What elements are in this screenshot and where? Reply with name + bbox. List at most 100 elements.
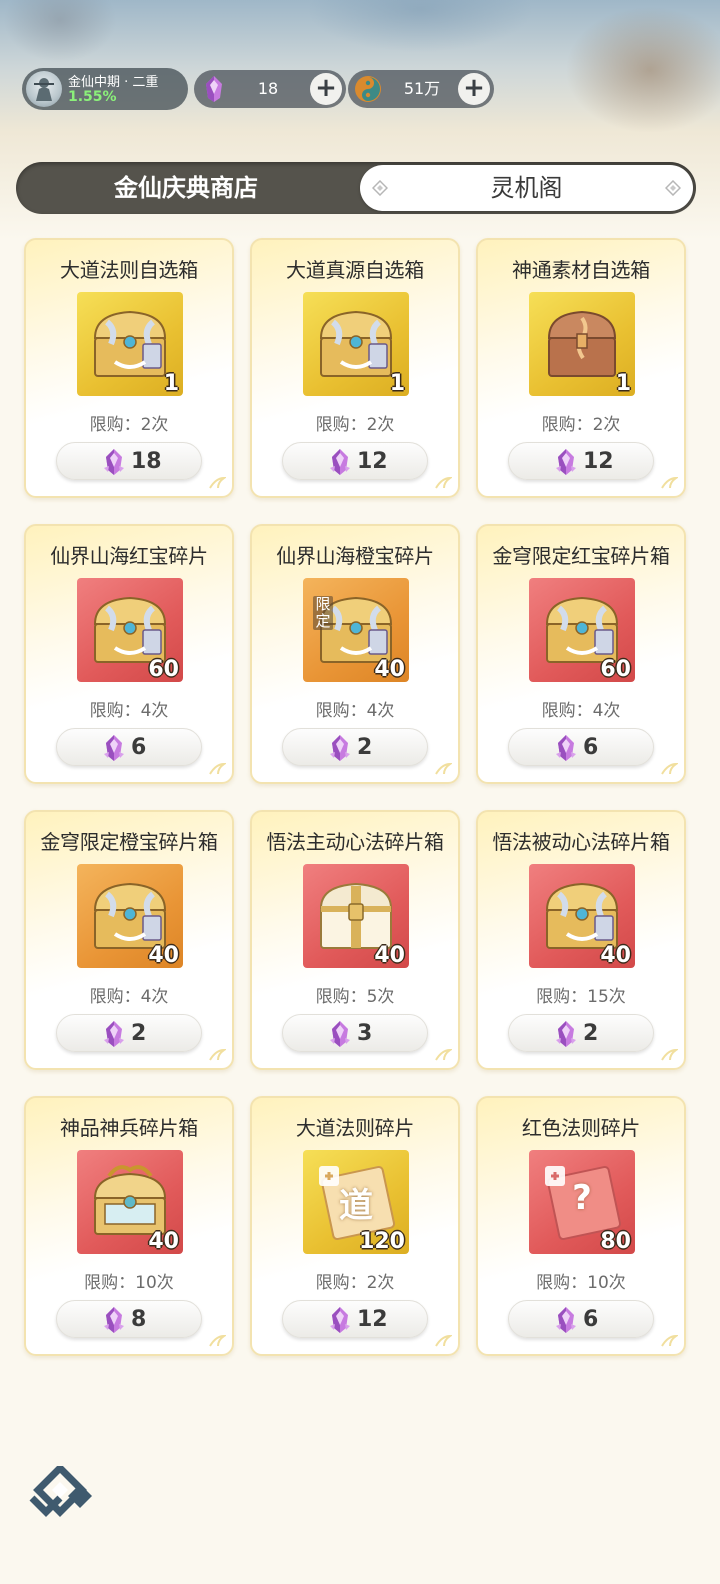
shop-item-card[interactable]: 神通素材自选箱 1 限购：2次 12	[476, 238, 686, 498]
shop-item-card[interactable]: 金穹限定橙宝碎片箱 40 限购：4次 2	[24, 810, 234, 1070]
corner-ornament-icon	[209, 762, 226, 775]
shop-item-card[interactable]: 大道法则自选箱 1 限购：2次 18	[24, 238, 234, 498]
limited-tag: 限定	[313, 596, 333, 630]
item-icon-frame[interactable]: 40	[303, 864, 409, 968]
item-icon-frame[interactable]: 60	[77, 578, 183, 682]
buy-button[interactable]: 3	[282, 1014, 428, 1052]
purchase-limit: 限购：15次	[536, 987, 626, 1007]
corner-ornament-icon	[661, 762, 678, 775]
purple-crystal-icon	[556, 449, 576, 475]
purple-crystal-icon	[104, 735, 124, 761]
buy-button[interactable]: 2	[282, 728, 428, 766]
item-icon-frame[interactable]: 40	[529, 864, 635, 968]
item-name: 大道真源自选箱	[286, 258, 424, 282]
item-name: 金穹限定橙宝碎片箱	[40, 830, 218, 854]
purple-crystal-icon	[556, 1307, 576, 1333]
corner-ornament-icon	[661, 1334, 678, 1347]
item-quantity: 60	[148, 657, 179, 682]
buy-button[interactable]: 2	[56, 1014, 202, 1052]
add-gems-button[interactable]: +	[310, 73, 342, 105]
tab-celebration-store[interactable]: 金仙庆典商店	[16, 162, 356, 214]
item-quantity: 80	[600, 1229, 631, 1254]
buy-button[interactable]: 6	[56, 728, 202, 766]
tab-lingji-pavilion[interactable]: 灵机阁	[360, 165, 693, 211]
item-icon-frame[interactable]: 道 120	[303, 1150, 409, 1254]
purchase-limit: 限购：4次	[541, 701, 621, 721]
item-quantity: 1	[389, 371, 405, 396]
purple-crystal-icon	[330, 1021, 350, 1047]
purple-crystal-icon	[556, 735, 576, 761]
realm-progress: 1.55%	[68, 89, 117, 105]
price-value: 12	[357, 449, 388, 474]
item-quantity: 40	[374, 943, 405, 968]
purchase-limit: 限购：2次	[89, 415, 169, 435]
item-quantity: 40	[600, 943, 631, 968]
purple-crystal-icon	[330, 449, 350, 475]
price-value: 6	[583, 735, 599, 760]
item-name: 悟法主动心法碎片箱	[266, 830, 444, 854]
purchase-limit: 限购：10次	[536, 1273, 626, 1293]
item-icon-frame[interactable]: 1	[77, 292, 183, 396]
purple-crystal-icon	[556, 1021, 576, 1047]
buy-button[interactable]: 8	[56, 1300, 202, 1338]
buy-button[interactable]: 2	[508, 1014, 654, 1052]
fragment-glyph: ?	[572, 1178, 592, 1218]
buy-button[interactable]: 6	[508, 1300, 654, 1338]
item-name: 神品神兵碎片箱	[60, 1116, 198, 1140]
coin-currency: 51万 +	[348, 70, 494, 108]
tab-lingji-label: 灵机阁	[490, 174, 563, 202]
item-icon-frame[interactable]: 限定 40	[303, 578, 409, 682]
spirit-coin-icon	[352, 73, 384, 105]
shop-item-card[interactable]: 红色法则碎片? 80 限购：10次 6	[476, 1096, 686, 1356]
item-name: 红色法则碎片	[521, 1116, 641, 1140]
buy-button[interactable]: 12	[282, 1300, 428, 1338]
corner-ornament-icon	[209, 476, 226, 489]
item-icon-frame[interactable]: 40	[77, 864, 183, 968]
purple-crystal-icon	[330, 1307, 350, 1333]
shop-item-card[interactable]: 大道法则碎片道 120 限购：2次 12	[250, 1096, 460, 1356]
buy-button[interactable]: 12	[282, 442, 428, 480]
buy-button[interactable]: 12	[508, 442, 654, 480]
shop-item-card[interactable]: 大道真源自选箱 1 限购：2次 12	[250, 238, 460, 498]
coin-count: 51万	[403, 79, 441, 98]
gem-count: 18	[257, 79, 279, 98]
corner-ornament-icon	[435, 1334, 452, 1347]
item-quantity: 40	[148, 1229, 179, 1254]
diamond-ornament-icon	[372, 180, 388, 196]
item-icon-frame[interactable]: 1	[529, 292, 635, 396]
price-value: 12	[583, 449, 614, 474]
purchase-limit: 限购：2次	[315, 1273, 395, 1293]
shop-item-card[interactable]: 金穹限定红宝碎片箱 60 限购：4次 6	[476, 524, 686, 784]
purchase-limit: 限购：4次	[89, 987, 169, 1007]
corner-ornament-icon	[435, 1048, 452, 1061]
buy-button[interactable]: 18	[56, 442, 202, 480]
purchase-limit: 限购：5次	[315, 987, 395, 1007]
item-icon-frame[interactable]: 40	[77, 1150, 183, 1254]
item-quantity: 1	[163, 371, 179, 396]
item-quantity: 40	[374, 657, 405, 682]
shop-item-card[interactable]: 悟法被动心法碎片箱 40 限购：15次 2	[476, 810, 686, 1070]
corner-ornament-icon	[209, 1334, 226, 1347]
price-value: 6	[583, 1307, 599, 1332]
price-value: 2	[357, 735, 373, 760]
cultivator-avatar-icon	[26, 71, 62, 107]
buy-button[interactable]: 6	[508, 728, 654, 766]
purple-crystal-icon	[198, 73, 230, 105]
purchase-limit: 限购：10次	[84, 1273, 174, 1293]
item-icon-frame[interactable]: 1	[303, 292, 409, 396]
add-coins-button[interactable]: +	[458, 73, 490, 105]
item-icon-frame[interactable]: ? 80	[529, 1150, 635, 1254]
purple-crystal-icon	[330, 735, 350, 761]
corner-ornament-icon	[435, 476, 452, 489]
item-name: 神通素材自选箱	[512, 258, 650, 282]
gem-currency: 18 +	[194, 70, 346, 108]
item-quantity: 120	[359, 1229, 405, 1254]
shop-item-card[interactable]: 悟法主动心法碎片箱 40 限购：5次 3	[250, 810, 460, 1070]
shop-item-card[interactable]: 仙界山海红宝碎片 60 限购：4次 6	[24, 524, 234, 784]
shop-item-card[interactable]: 仙界山海橙宝碎片 限定 40 限购：4次 2	[250, 524, 460, 784]
shop-item-card[interactable]: 神品神兵碎片箱 40 限购：10次 8	[24, 1096, 234, 1356]
realm-name: 金仙中期 · 二重	[68, 75, 159, 90]
item-icon-frame[interactable]: 60	[529, 578, 635, 682]
game-logo-icon[interactable]	[22, 1466, 98, 1522]
realm-badge[interactable]: 金仙中期 · 二重 1.55%	[22, 68, 188, 110]
